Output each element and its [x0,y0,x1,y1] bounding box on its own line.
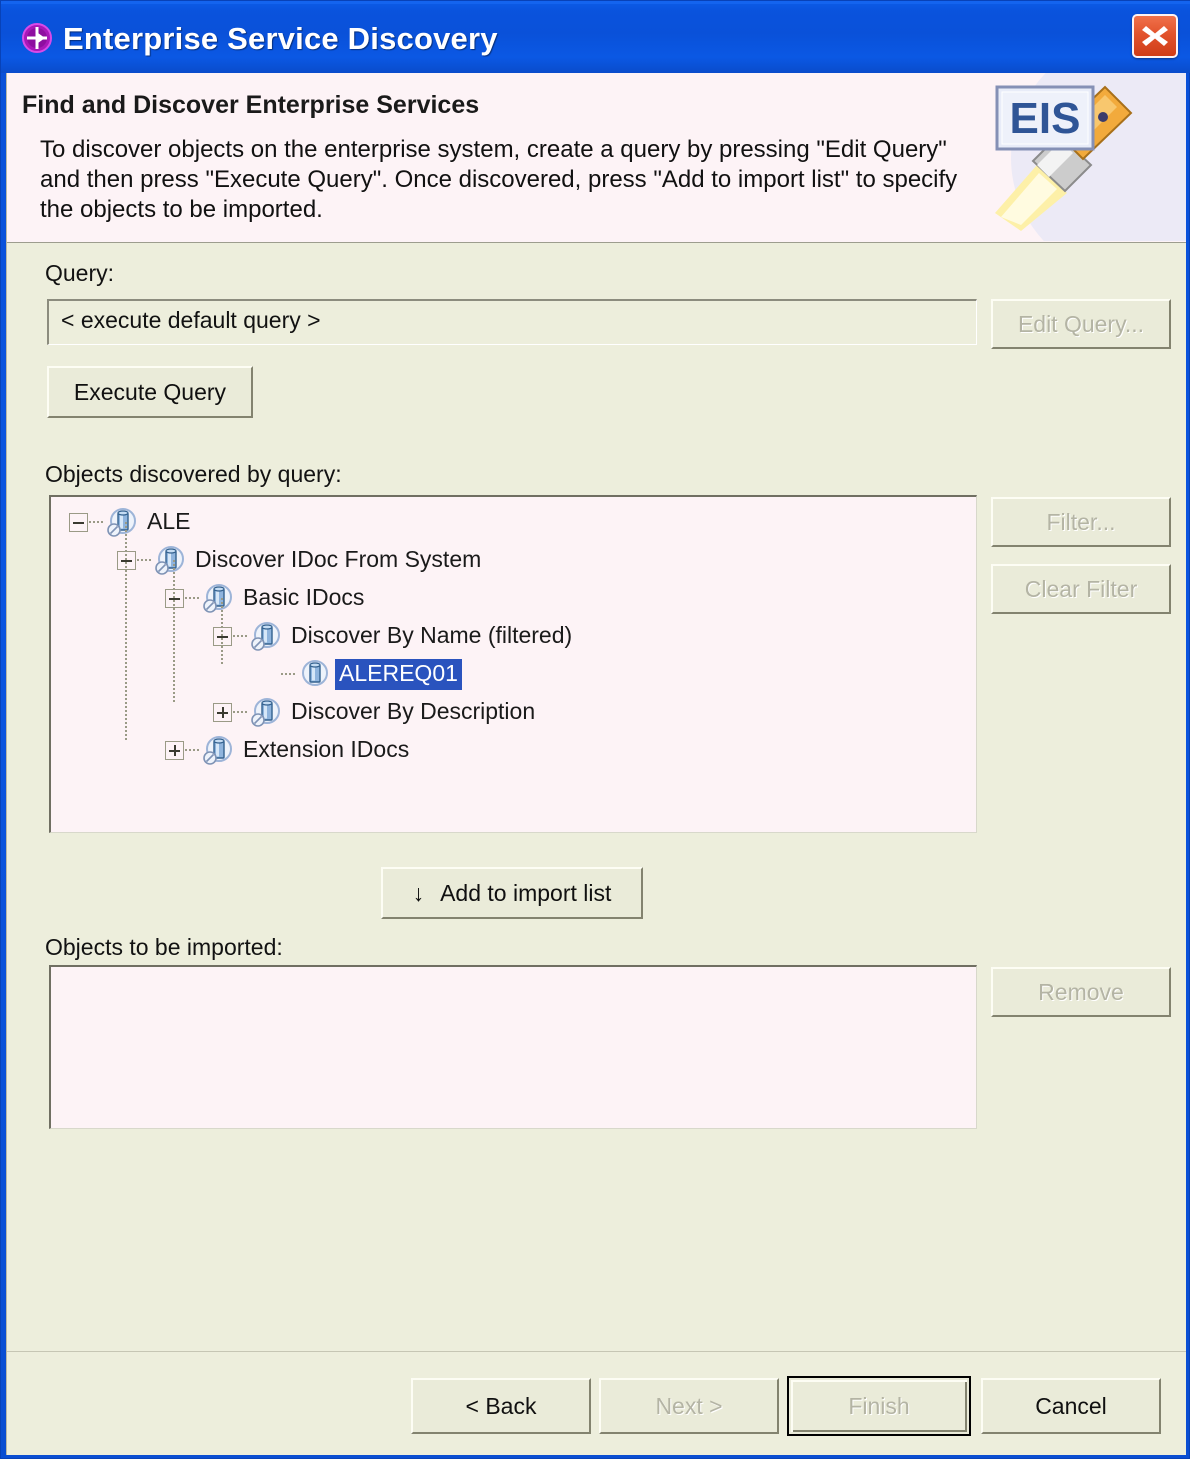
wizard-footer: < Back Next > Finish Cancel [7,1351,1186,1455]
tree-connector [125,522,127,741]
edit-query-button[interactable]: Edit Query... [991,299,1171,349]
window-title: Enterprise Service Discovery [63,21,498,56]
tree-connector [281,673,297,675]
discovery-node-icon [154,544,186,576]
page-title: Find and Discover Enterprise Services [22,91,480,119]
wizard-banner: Find and Discover Enterprise Services To… [7,73,1186,243]
tree-item[interactable]: Discover By Name (filtered) [213,617,576,655]
idoc-icon [298,658,330,690]
back-button[interactable]: < Back [411,1378,591,1434]
tree-connector [89,521,105,523]
tree-connector [233,635,249,637]
next-button[interactable]: Next > [599,1378,779,1434]
tree-item-label: Basic IDocs [243,583,365,610]
cancel-button[interactable]: Cancel [981,1378,1161,1434]
dialog-client: Find and Discover Enterprise Services To… [6,73,1186,1455]
query-label: Query: [45,260,115,286]
expand-icon[interactable] [213,702,232,722]
remove-button[interactable]: Remove [991,967,1171,1017]
add-to-import-list-button[interactable]: ↓ Add to import list [381,867,643,919]
tree-item[interactable]: ALEREQ01 [261,655,462,693]
down-arrow-icon: ↓ [412,879,425,906]
wizard-body: Query: < execute default query > Edit Qu… [7,243,1186,1455]
tree-connector [185,749,201,751]
tree-item-label: Discover By Name (filtered) [291,621,573,648]
imported-label: Objects to be imported: [45,934,283,960]
connector-icon [21,22,53,54]
tree-item[interactable]: Extension IDocs [165,731,413,769]
tree-item-label: ALE [147,507,191,534]
discovery-node-icon [202,582,234,614]
tree-connector [173,560,175,703]
discovered-tree[interactable]: ALE Discover IDoc From System Basic IDocs D… [49,495,977,833]
execute-query-button[interactable]: Execute Query [47,366,253,418]
page-description: To discover objects on the enterprise sy… [40,136,958,223]
filter-button[interactable]: Filter... [991,497,1171,547]
tree-item-label: ALEREQ01 [335,658,462,690]
discovery-node-icon [250,620,282,652]
svg-text:EIS: EIS [1010,94,1081,143]
collapse-icon[interactable] [69,512,88,532]
query-input[interactable]: < execute default query > [47,299,977,345]
title-bar: Enterprise Service Discovery [1,1,1190,73]
tree-item[interactable]: Basic IDocs [165,579,368,617]
tree-connector [221,598,223,665]
tree-item-label: Extension IDocs [243,735,410,762]
expand-icon[interactable] [165,740,184,760]
tree-item[interactable]: Discover By Description [213,693,539,731]
tree-connector [137,559,153,561]
discovery-node-icon [106,506,138,538]
dialog-window: Enterprise Service Discovery Find and Di… [0,0,1190,1459]
tree-connector [185,597,201,599]
discovery-node-icon [250,696,282,728]
tree-item-label: Discover By Description [291,697,536,724]
tree-item[interactable]: ALE [69,503,194,541]
eis-brush-icon: EIS [981,73,1186,241]
tree-connector [233,711,249,713]
close-icon[interactable] [1132,14,1178,58]
finish-button[interactable]: Finish [787,1376,971,1436]
clear-filter-button[interactable]: Clear Filter [991,564,1171,614]
tree-item-label: Discover IDoc From System [195,545,482,572]
add-to-import-list-label: Add to import list [440,879,612,906]
discovered-label: Objects discovered by query: [45,461,342,487]
discovery-node-icon [202,734,234,766]
import-list[interactable] [49,965,977,1129]
